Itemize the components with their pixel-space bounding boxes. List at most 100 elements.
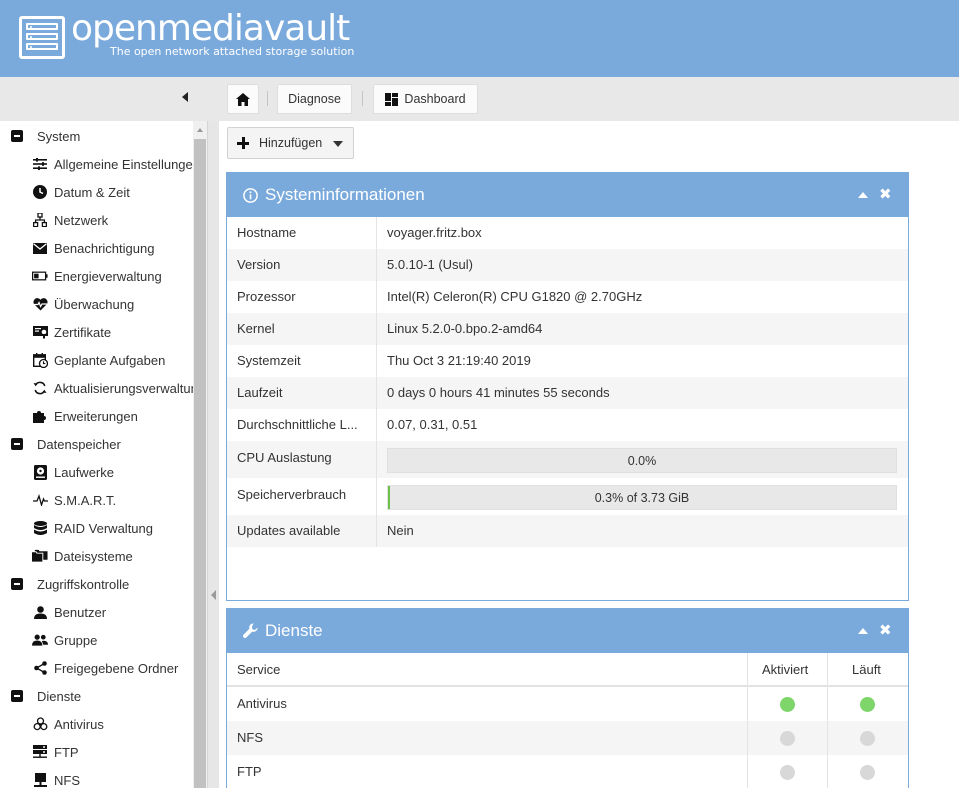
status-running-dot <box>860 765 875 780</box>
sidebar-group-access-control[interactable]: Zugriffskontrolle <box>0 570 193 598</box>
sidebar-item-update-management[interactable]: Aktualisierungsverwaltung <box>0 374 193 402</box>
sysinfo-value: Nein <box>387 523 414 538</box>
app-header: openmediavault The open network attached… <box>0 0 959 77</box>
sidebar-item-label: Freigegebene Ordner <box>54 660 179 676</box>
sidebar-item-certificates[interactable]: Zertifikate <box>0 318 193 346</box>
status-enabled-dot <box>780 697 795 712</box>
sidebar-item-label: Erweiterungen <box>54 408 138 424</box>
sidebar-item-label: Aktualisierungsverwaltung <box>54 380 193 396</box>
services-panel-header: Dienste ✖ <box>227 609 908 653</box>
sidebar-item-general-settings[interactable]: Allgemeine Einstellungen <box>0 150 193 178</box>
sidebar-item-shared-folders[interactable]: Freigegebene Ordner <box>0 654 193 682</box>
sysinfo-row: Systemzeit Thu Oct 3 21:19:40 2019 <box>227 345 908 377</box>
service-name: Antivirus <box>237 696 287 711</box>
sidebar-item-label: Antivirus <box>54 716 104 732</box>
calendar-clock-icon <box>32 352 48 368</box>
logo-icon <box>19 16 65 59</box>
minus-square-icon[interactable] <box>9 436 25 452</box>
sidebar-item-ftp[interactable]: FTP <box>0 738 193 766</box>
brand-tagline: The open network attached storage soluti… <box>110 45 355 58</box>
chevron-down-icon <box>333 141 343 147</box>
close-icon[interactable]: ✖ <box>879 187 892 203</box>
sysinfo-key: Prozessor <box>237 289 296 304</box>
sidebar-item-smart[interactable]: S.M.A.R.T. <box>0 486 193 514</box>
sidebar-item-antivirus[interactable]: Antivirus <box>0 710 193 738</box>
add-widget-button[interactable]: Hinzufügen <box>227 127 354 159</box>
splitter-collapse-icon[interactable] <box>211 590 216 600</box>
sidebar-item-nfs[interactable]: NFS <box>0 766 193 788</box>
breadcrumb-diagnose[interactable]: Diagnose <box>277 84 352 114</box>
collapse-sidebar-icon[interactable] <box>182 92 188 102</box>
table-row[interactable]: NFS <box>227 721 908 755</box>
minus-square-icon[interactable] <box>9 576 25 592</box>
clock-icon <box>32 184 48 200</box>
sysinfo-panel-title: Systeminformationen <box>265 185 425 204</box>
status-running-dot <box>860 731 875 746</box>
user-icon <box>32 604 48 620</box>
sidebar-item-label: NFS <box>54 772 80 788</box>
network-icon <box>32 212 48 228</box>
users-icon <box>32 632 48 648</box>
sidebar-scroll-thumb[interactable] <box>194 139 206 788</box>
scroll-up-arrow-icon[interactable] <box>197 128 203 132</box>
minus-square-icon[interactable] <box>9 688 25 704</box>
sysinfo-key: Kernel <box>237 321 275 336</box>
sysinfo-key: Updates available <box>237 523 341 538</box>
sidebar-item-plugins[interactable]: Erweiterungen <box>0 402 193 430</box>
envelope-icon <box>32 240 48 256</box>
sidebar-item-monitoring[interactable]: Überwachung <box>0 290 193 318</box>
share-icon <box>32 660 48 676</box>
sysinfo-key: Durchschnittliche L... <box>237 417 358 432</box>
sidebar-item-notification[interactable]: Benachrichtigung <box>0 234 193 262</box>
table-row[interactable]: Antivirus <box>227 687 908 721</box>
sidebar-item-label: System <box>37 128 81 144</box>
home-icon <box>236 92 250 106</box>
sysinfo-row: Kernel Linux 5.2.0-0.bpo.2-amd64 <box>227 313 908 345</box>
dashboard-icon <box>385 92 399 106</box>
sysinfo-key: CPU Auslastung <box>237 450 332 465</box>
server-icon <box>32 744 48 760</box>
sysinfo-key: Speicherverbrauch <box>237 487 347 502</box>
minus-square-icon[interactable] <box>9 128 25 144</box>
service-name: NFS <box>237 730 263 745</box>
sysinfo-value: voyager.fritz.box <box>387 225 482 240</box>
sidebar-group-services[interactable]: Dienste <box>0 682 193 710</box>
sidebar-item-groups[interactable]: Gruppe <box>0 626 193 654</box>
sidebar-item-network[interactable]: Netzwerk <box>0 206 193 234</box>
sidebar-group-system[interactable]: System <box>0 122 193 150</box>
sidebar-item-label: FTP <box>54 744 79 760</box>
breadcrumb-dashboard[interactable]: Dashboard <box>373 84 478 114</box>
column-header-enabled[interactable]: Aktiviert <box>762 662 808 677</box>
sidebar-item-disks[interactable]: Laufwerke <box>0 458 193 486</box>
collapse-panel-icon[interactable] <box>858 628 868 634</box>
sysinfo-value: 0.07, 0.31, 0.51 <box>387 417 478 432</box>
collapse-panel-icon[interactable] <box>858 192 868 198</box>
close-icon[interactable]: ✖ <box>879 623 892 639</box>
wrench-icon <box>243 623 258 638</box>
sysinfo-key: Systemzeit <box>237 353 301 368</box>
sidebar-item-label: S.M.A.R.T. <box>54 492 117 508</box>
sidebar-item-date-time[interactable]: Datum & Zeit <box>0 178 193 206</box>
sysinfo-key: Version <box>237 257 281 272</box>
sysinfo-value: 5.0.10-1 (Usul) <box>387 257 473 272</box>
sidebar-item-scheduled-tasks[interactable]: Geplante Aufgaben <box>0 346 193 374</box>
refresh-icon <box>32 380 48 396</box>
plus-icon <box>237 137 249 149</box>
sidebar-group-storage[interactable]: Datenspeicher <box>0 430 193 458</box>
services-panel-title: Dienste <box>265 621 323 640</box>
sidebar-splitter[interactable] <box>207 121 219 788</box>
desktop-icon <box>32 772 48 788</box>
home-button[interactable] <box>227 84 259 114</box>
sidebar-item-filesystems[interactable]: Dateisysteme <box>0 542 193 570</box>
status-enabled-dot <box>780 731 795 746</box>
sidebar-item-users[interactable]: Benutzer <box>0 598 193 626</box>
breadcrumb-bar <box>0 77 959 121</box>
column-header-service[interactable]: Service <box>237 662 280 677</box>
sidebar-item-label: Überwachung <box>54 296 135 312</box>
sidebar-item-label: Energieverwaltung <box>54 268 162 284</box>
table-row[interactable]: FTP <box>227 755 908 788</box>
column-header-running[interactable]: Läuft <box>852 662 881 677</box>
sidebar-item-raid[interactable]: RAID Verwaltung <box>0 514 193 542</box>
sidebar-item-power[interactable]: Energieverwaltung <box>0 262 193 290</box>
sidebar-navigation: System Allgemeine Einstellungen Datum & … <box>0 121 193 788</box>
